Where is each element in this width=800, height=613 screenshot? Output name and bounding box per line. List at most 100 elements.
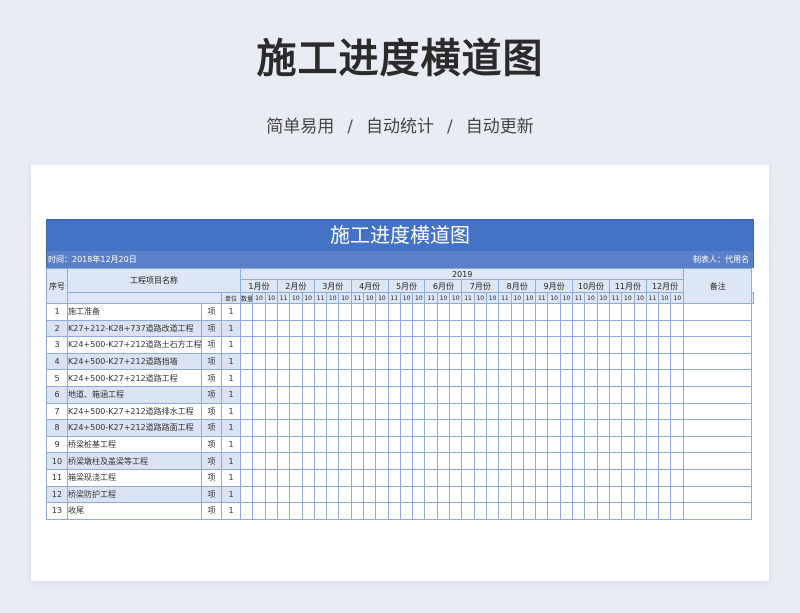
schedule-cell[interactable] [633, 352, 647, 371]
schedule-cell[interactable] [608, 452, 623, 470]
schedule-cell[interactable] [399, 435, 414, 454]
row-remark[interactable] [683, 435, 753, 454]
schedule-cell[interactable] [522, 468, 537, 487]
schedule-cell[interactable] [424, 319, 438, 338]
schedule-cell[interactable] [326, 319, 340, 338]
schedule-cell[interactable] [645, 336, 660, 354]
schedule-cell[interactable] [547, 336, 561, 354]
schedule-cell[interactable] [264, 352, 278, 371]
schedule-cell[interactable] [461, 435, 475, 454]
schedule-cell[interactable] [633, 435, 647, 454]
schedule-cell[interactable] [301, 336, 315, 354]
schedule-cell[interactable] [461, 452, 475, 470]
schedule-cell[interactable] [535, 402, 549, 421]
schedule-cell[interactable] [498, 336, 512, 354]
row-remark[interactable] [683, 452, 753, 470]
schedule-cell[interactable] [240, 435, 254, 454]
schedule-cell[interactable] [461, 352, 475, 371]
schedule-cell[interactable] [596, 352, 610, 371]
schedule-cell[interactable] [572, 352, 586, 371]
schedule-cell[interactable] [584, 452, 598, 470]
schedule-cell[interactable] [473, 468, 487, 487]
schedule-cell[interactable] [608, 369, 623, 387]
schedule-cell[interactable] [473, 502, 487, 520]
schedule-cell[interactable] [387, 502, 401, 520]
row-remark[interactable] [683, 369, 753, 387]
schedule-cell[interactable] [301, 303, 315, 321]
schedule-cell[interactable] [485, 419, 500, 437]
row-remark[interactable] [683, 319, 753, 338]
schedule-cell[interactable] [596, 369, 610, 387]
schedule-cell[interactable] [633, 419, 647, 437]
schedule-cell[interactable] [399, 303, 414, 321]
schedule-cell[interactable] [658, 319, 672, 338]
schedule-cell[interactable] [449, 352, 463, 371]
schedule-cell[interactable] [658, 419, 672, 437]
schedule-cell[interactable] [289, 303, 303, 321]
schedule-cell[interactable] [362, 468, 377, 487]
schedule-cell[interactable] [510, 452, 524, 470]
schedule-cell[interactable] [399, 385, 414, 404]
schedule-cell[interactable] [399, 419, 414, 437]
schedule-cell[interactable] [596, 419, 610, 437]
schedule-cell[interactable] [289, 352, 303, 371]
schedule-cell[interactable] [547, 352, 561, 371]
schedule-cell[interactable] [633, 402, 647, 421]
schedule-cell[interactable] [350, 435, 364, 454]
schedule-cell[interactable] [608, 336, 623, 354]
schedule-cell[interactable] [547, 435, 561, 454]
schedule-cell[interactable] [621, 452, 635, 470]
schedule-cell[interactable] [535, 502, 549, 520]
schedule-cell[interactable] [289, 468, 303, 487]
schedule-cell[interactable] [449, 303, 463, 321]
schedule-cell[interactable] [289, 502, 303, 520]
schedule-cell[interactable] [313, 502, 328, 520]
schedule-cell[interactable] [535, 319, 549, 338]
schedule-cell[interactable] [670, 419, 685, 437]
schedule-cell[interactable] [313, 452, 328, 470]
schedule-cell[interactable] [498, 468, 512, 487]
schedule-cell[interactable] [412, 419, 426, 437]
schedule-cell[interactable] [633, 319, 647, 338]
schedule-cell[interactable] [596, 435, 610, 454]
schedule-cell[interactable] [289, 385, 303, 404]
schedule-cell[interactable] [510, 485, 524, 504]
schedule-cell[interactable] [240, 336, 254, 354]
schedule-cell[interactable] [387, 352, 401, 371]
schedule-cell[interactable] [572, 369, 586, 387]
schedule-cell[interactable] [498, 385, 512, 404]
schedule-cell[interactable] [387, 468, 401, 487]
schedule-cell[interactable] [547, 369, 561, 387]
schedule-cell[interactable] [276, 419, 291, 437]
schedule-cell[interactable] [584, 485, 598, 504]
schedule-cell[interactable] [670, 336, 685, 354]
schedule-cell[interactable] [633, 468, 647, 487]
schedule-cell[interactable] [473, 402, 487, 421]
schedule-cell[interactable] [547, 303, 561, 321]
schedule-cell[interactable] [621, 485, 635, 504]
schedule-cell[interactable] [535, 452, 549, 470]
schedule-cell[interactable] [338, 468, 352, 487]
schedule-cell[interactable] [510, 336, 524, 354]
schedule-cell[interactable] [449, 452, 463, 470]
schedule-cell[interactable] [596, 452, 610, 470]
schedule-cell[interactable] [498, 485, 512, 504]
schedule-cell[interactable] [338, 502, 352, 520]
schedule-cell[interactable] [289, 319, 303, 338]
schedule-cell[interactable] [596, 502, 610, 520]
schedule-cell[interactable] [510, 402, 524, 421]
schedule-cell[interactable] [289, 402, 303, 421]
schedule-cell[interactable] [399, 468, 414, 487]
schedule-cell[interactable] [375, 402, 389, 421]
schedule-cell[interactable] [461, 419, 475, 437]
schedule-cell[interactable] [301, 385, 315, 404]
schedule-cell[interactable] [670, 402, 685, 421]
schedule-cell[interactable] [350, 319, 364, 338]
schedule-cell[interactable] [633, 336, 647, 354]
schedule-cell[interactable] [658, 502, 672, 520]
schedule-cell[interactable] [559, 385, 574, 404]
schedule-cell[interactable] [240, 468, 254, 487]
schedule-cell[interactable] [621, 468, 635, 487]
schedule-cell[interactable] [338, 435, 352, 454]
schedule-cell[interactable] [608, 502, 623, 520]
